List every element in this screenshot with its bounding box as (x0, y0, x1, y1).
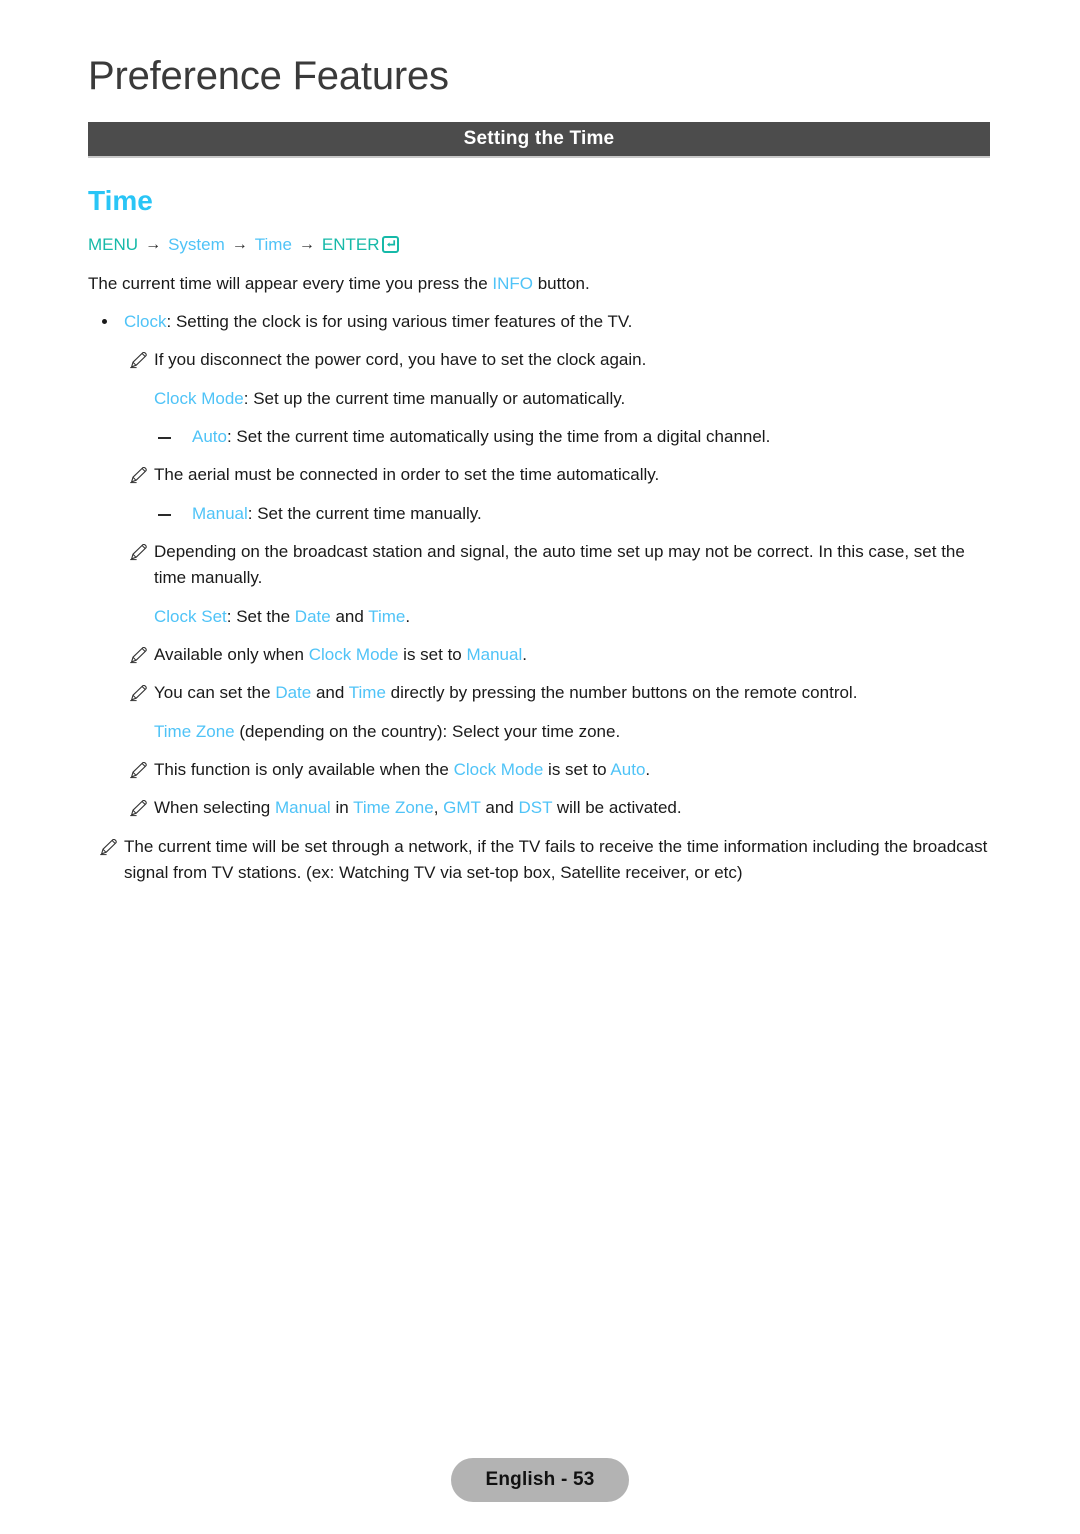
dash-marker-icon (158, 513, 171, 516)
inline-text: : Set up the current time manually or au… (243, 388, 626, 408)
inline-text: directly by pressing the number buttons … (385, 683, 858, 703)
inline-text: and (330, 606, 369, 626)
menu-path-breadcrumb: MENU → System → Time → ENTER (88, 233, 998, 257)
inline-text: . (522, 645, 527, 665)
inline-text: is set to (398, 645, 467, 665)
inline-text: Available only when (154, 645, 309, 665)
inline-text: : Set the current time automatically usi… (226, 426, 771, 446)
list-item-dash: Manual: Set the current time manually. (88, 501, 998, 527)
inline-keyword: Clock Set (154, 606, 227, 626)
inline-text: (depending on the country): Select your … (234, 721, 621, 741)
inline-keyword: GMT (443, 798, 481, 818)
inline-keyword: Date (294, 606, 331, 626)
menu-path-time: Time (254, 234, 292, 254)
dash-marker-icon (158, 436, 171, 439)
section-header-label: Setting the Time (463, 128, 615, 149)
inline-keyword: Manual (274, 798, 331, 818)
inline-keyword: Clock Mode (308, 645, 399, 665)
pencil-note-icon (128, 351, 148, 369)
list-item-bullet: Clock: Setting the clock is for using va… (88, 309, 998, 335)
inline-text: , (433, 798, 444, 818)
inline-keyword: Time Zone (154, 721, 235, 741)
pencil-note-icon (128, 543, 148, 561)
intro-text-before: The current time will appear every time … (88, 273, 493, 293)
content-item-list: Clock: Setting the clock is for using va… (88, 309, 998, 887)
inline-keyword: Time Zone (353, 798, 434, 818)
pencil-note-icon (98, 838, 118, 855)
manual-page: Preference Features Setting the Time Tim… (0, 0, 1080, 1534)
list-item-note: The aerial must be connected in order to… (88, 462, 998, 488)
pencil-note-icon (128, 646, 148, 664)
pencil-note-icon (128, 799, 148, 817)
inline-keyword: Manual (192, 503, 248, 523)
inline-keyword: Time (368, 606, 406, 626)
inline-keyword: Auto (610, 760, 646, 780)
list-item-sublabel: Clock Mode: Set up the current time manu… (88, 386, 998, 412)
intro-paragraph: The current time will appear every time … (88, 271, 998, 297)
inline-text: : Set the (226, 606, 295, 626)
section-header-bar: Setting the Time (88, 122, 990, 158)
list-item-note: If you disconnect the power cord, you ha… (88, 347, 998, 373)
intro-text-after: button. (533, 273, 590, 293)
arrow-right-icon: → (145, 235, 162, 253)
arrow-right-icon: → (231, 235, 248, 253)
enter-return-icon (381, 236, 399, 254)
inline-text: : Setting the clock is for using various… (166, 311, 633, 331)
pencil-note-icon (128, 761, 148, 779)
inline-text: You can set the (154, 683, 276, 703)
bullet-dot-icon (102, 318, 107, 324)
inline-text: will be activated. (552, 798, 682, 818)
inline-text: . (645, 760, 651, 780)
list-item-note: You can set the Date and Time directly b… (88, 680, 998, 706)
menu-path-menu: MENU (88, 234, 139, 254)
page-number-label: English - 53 (485, 1469, 595, 1490)
list-item-note: Available only when Clock Mode is set to… (88, 642, 998, 668)
list-item-note: Depending on the broadcast station and s… (88, 539, 998, 592)
inline-keyword: Clock (124, 311, 167, 331)
inline-text: The aerial must be connected in order to… (154, 465, 660, 485)
inline-text: . (405, 606, 411, 626)
inline-text: and (311, 683, 349, 703)
list-item-sublabel: Time Zone (depending on the country): Se… (88, 719, 998, 745)
list-item-sublabel: Clock Set: Set the Date and Time. (88, 604, 998, 630)
inline-keyword: Manual (466, 645, 523, 665)
intro-keyword-info: INFO (492, 273, 533, 293)
inline-text: If you disconnect the power cord, you ha… (154, 350, 647, 370)
content-body: Time MENU → System → Time → ENTER The cu… (88, 185, 998, 898)
arrow-right-icon: → (298, 235, 315, 253)
inline-text: When selecting (154, 798, 275, 818)
inline-text: and (480, 798, 519, 818)
inline-text: is set to (543, 760, 611, 780)
pencil-note-icon (128, 684, 148, 702)
page-number-badge: English - 53 (451, 1458, 629, 1502)
inline-keyword: Clock Mode (453, 760, 544, 780)
list-item-note: This function is only available when the… (88, 757, 998, 783)
menu-path-enter: ENTER (321, 234, 380, 254)
inline-keyword: Clock Mode (154, 388, 244, 408)
inline-keyword: Date (275, 683, 312, 703)
list-item-dash: Auto: Set the current time automatically… (88, 424, 998, 450)
page-title: Preference Features (88, 54, 449, 98)
list-item-note: When selecting Manual in Time Zone, GMT … (88, 795, 998, 821)
inline-keyword: DST (518, 798, 553, 818)
feature-heading: Time (88, 185, 153, 216)
inline-text: in (330, 798, 354, 818)
menu-path-system: System (168, 234, 225, 254)
inline-keyword: Time (348, 683, 386, 703)
pencil-note-icon (128, 466, 148, 484)
inline-text: The current time will be set through a n… (124, 836, 988, 883)
list-item-note: The current time will be set through a n… (88, 834, 998, 887)
inline-keyword: Auto (192, 426, 227, 446)
inline-text: This function is only available when the (154, 760, 454, 780)
inline-text: : Set the current time manually. (247, 503, 482, 523)
inline-text: Depending on the broadcast station and s… (154, 542, 965, 588)
